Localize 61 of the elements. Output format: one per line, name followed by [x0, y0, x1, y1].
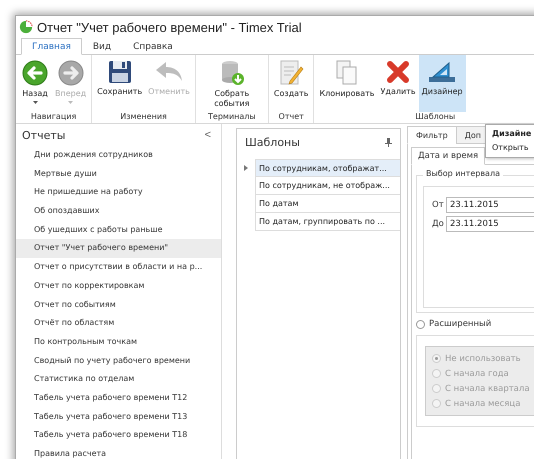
report-item[interactable]: Табель учета рабочего времени Т13: [16, 408, 221, 426]
ribbon-button[interactable]: Удалить: [378, 55, 419, 112]
radio-label: С начала месяца: [445, 398, 520, 408]
report-item[interactable]: Отчет о присутствии в области и на р...: [16, 258, 221, 277]
report-item[interactable]: Отчёт по областям: [16, 314, 221, 333]
report-item[interactable]: Об ушедших с работы раньше: [16, 220, 221, 240]
ribbon-group-label: Шаблоны: [414, 112, 456, 123]
ribbon-button[interactable]: Собрать события: [198, 55, 266, 112]
report-item[interactable]: Статистика по отделам: [16, 370, 221, 389]
panel-title: Отчеты: [22, 128, 66, 142]
report-item[interactable]: Отчет по событиям: [16, 296, 221, 314]
template-row[interactable]: По датам: [255, 195, 400, 213]
delete-icon: [385, 59, 412, 85]
pin-icon[interactable]: [385, 138, 392, 146]
clock-icon: [19, 20, 33, 34]
radio-label: Расширенный: [429, 319, 492, 329]
filter-subtab[interactable]: Дата и время: [411, 147, 486, 165]
group-title: Выбор интервала: [423, 169, 503, 178]
date-field[interactable]: 23.11.2015: [446, 197, 534, 213]
report-item[interactable]: Правила расчета: [16, 445, 221, 459]
menu-item[interactable]: Открыть: [492, 141, 532, 155]
report-item[interactable]: Отчет "Учет рабочего времени": [16, 239, 221, 258]
report-item[interactable]: Сводный по учету рабочего времени: [16, 352, 221, 370]
report-item[interactable]: Отчет по корректировкам: [16, 276, 221, 296]
report-item[interactable]: Мертвые души: [16, 164, 221, 184]
ribbon-group-label: Отчет: [278, 112, 305, 123]
ribbon-tab[interactable]: Справка: [122, 38, 184, 55]
report-item[interactable]: По контрольным точкам: [16, 332, 221, 352]
date-field[interactable]: 23.11.2015: [446, 216, 534, 232]
field-label: До: [432, 219, 443, 229]
ribbon-button[interactable]: Назад: [18, 55, 52, 112]
template-row[interactable]: По датам, группировать по ...: [255, 213, 400, 231]
ribbon-tab[interactable]: Главная: [21, 38, 82, 55]
pencil-document-icon: [278, 59, 304, 87]
panel-title: Шаблоны: [245, 136, 300, 148]
report-item[interactable]: Об опоздавших: [16, 202, 221, 221]
report-item[interactable]: Табель учета рабочего времени Т18: [16, 426, 221, 445]
ribbon-button[interactable]: Создать: [270, 55, 312, 112]
radio-button[interactable]: [416, 320, 425, 328]
template-row[interactable]: По сотрудникам, не отображ...: [255, 177, 400, 195]
template-row[interactable]: По сотрудникам, отображат...: [255, 159, 400, 177]
window-title: Отчет "Учет рабочего времени" - Timex Trial: [37, 20, 302, 34]
ribbon-group-label: Терминалы: [207, 112, 257, 123]
field-label: От: [432, 200, 443, 210]
filter-tab[interactable]: Фильтр: [407, 126, 457, 144]
report-item[interactable]: Не пришедшие на работу: [16, 183, 221, 202]
report-item[interactable]: Дни рождения сотрудников: [16, 146, 221, 165]
radio-label: Не использовать: [445, 354, 521, 364]
radio-label: С начала квартала: [445, 384, 530, 394]
ribbon-button[interactable]: Дизайнер: [418, 55, 466, 112]
ribbon-group-label: Навигация: [30, 112, 78, 123]
ribbon-button[interactable]: Клонировать: [316, 55, 378, 112]
ribbon-group-label: Изменения: [119, 112, 168, 123]
report-item[interactable]: Табель учета рабочего времени Т12: [16, 388, 221, 408]
collapse-button[interactable]: <: [202, 129, 213, 141]
row-indicator-icon: [244, 165, 248, 171]
radio-label: С начала года: [445, 368, 509, 378]
set-square-icon: [427, 59, 458, 85]
ribbon-button[interactable]: Сохранить: [94, 55, 146, 112]
ribbon-tab[interactable]: Вид: [82, 38, 122, 55]
menu-header: Дизайне: [492, 128, 532, 140]
